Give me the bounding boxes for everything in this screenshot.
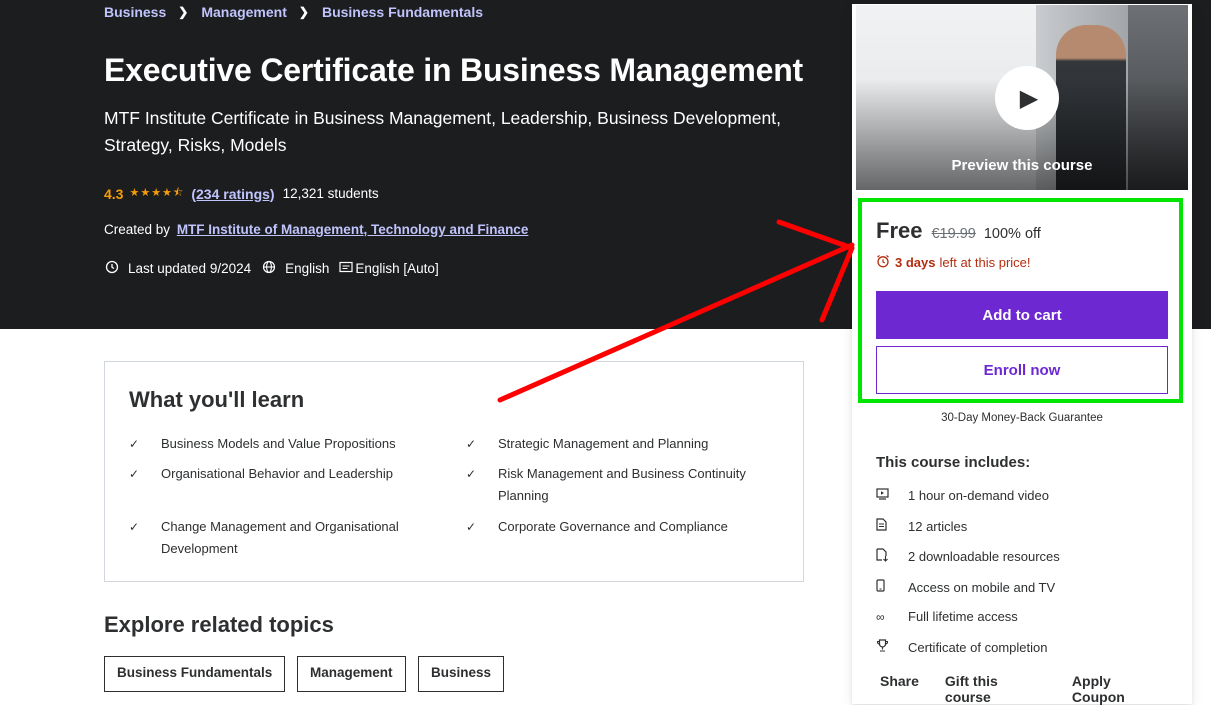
gift-course-button[interactable]: Gift this course xyxy=(945,673,1046,705)
check-icon: ✓ xyxy=(466,437,477,451)
last-updated: Last updated 9/2024 xyxy=(104,260,251,277)
created-by-label: Created by xyxy=(104,222,171,237)
what-you-learn-box: What you'll learn ✓ Business Models and … xyxy=(104,361,804,582)
course-preview[interactable]: ▶ Preview this course xyxy=(856,5,1188,190)
breadcrumb-business-fundamentals[interactable]: Business Fundamentals xyxy=(322,4,483,20)
includes-title: This course includes: xyxy=(876,454,1031,471)
learn-item-text: Corporate Governance and Compliance xyxy=(498,519,728,534)
include-item-label: 1 hour on-demand video xyxy=(908,488,1049,503)
topic-business[interactable]: Business xyxy=(418,656,505,692)
alert-clock-icon xyxy=(104,260,120,277)
instructor-link[interactable]: MTF Institute of Management, Technology … xyxy=(177,222,529,237)
explore-title: Explore related topics xyxy=(104,612,334,637)
include-item: 12 articles xyxy=(876,518,967,534)
download-icon xyxy=(876,548,908,565)
learn-item: ✓ Risk Management and Business Continuit… xyxy=(466,463,766,507)
course-subtitle: MTF Institute Certificate in Business Ma… xyxy=(104,108,781,155)
learn-item-text: Risk Management and Business Continuity … xyxy=(498,466,746,503)
include-item: ∞ Full lifetime access xyxy=(876,609,1018,624)
rating-value: 4.3 xyxy=(104,185,124,202)
check-icon: ✓ xyxy=(466,467,477,481)
mobile-icon xyxy=(876,579,908,595)
topic-business-fundamentals[interactable]: Business Fundamentals xyxy=(104,656,286,692)
learn-item: ✓ Strategic Management and Planning xyxy=(466,433,756,455)
include-item: 2 downloadable resources xyxy=(876,548,1060,565)
students-count: 12,321 students xyxy=(282,186,379,201)
include-item-label: Full lifetime access xyxy=(908,609,1018,624)
article-icon xyxy=(876,518,908,534)
include-item: Certificate of completion xyxy=(876,639,1047,655)
include-item-label: Certificate of completion xyxy=(908,639,1048,655)
learn-item: ✓ Organisational Behavior and Leadership xyxy=(129,463,419,485)
include-item: Access on mobile and TV xyxy=(876,579,1055,595)
captions-text: English [Auto] xyxy=(355,261,439,276)
trophy-icon xyxy=(876,639,908,655)
include-item-label: 2 downloadable resources xyxy=(908,549,1060,564)
topic-management[interactable]: Management xyxy=(297,656,406,692)
check-icon: ✓ xyxy=(129,467,140,481)
include-item: 1 hour on-demand video xyxy=(876,488,1049,503)
last-updated-text: Last updated 9/2024 xyxy=(128,261,252,276)
breadcrumb-business[interactable]: Business xyxy=(104,4,166,20)
language-text: English xyxy=(285,261,330,276)
learn-item: ✓ Corporate Governance and Compliance xyxy=(466,516,756,538)
created-by: Created by MTF Institute of Management, … xyxy=(104,222,528,237)
learn-item-text: Organisational Behavior and Leadership xyxy=(161,466,393,481)
apply-coupon-button[interactable]: Apply Coupon xyxy=(1072,673,1166,705)
learn-item-text: Change Management and Organisational Dev… xyxy=(161,519,399,556)
include-item-label: Access on mobile and TV xyxy=(908,579,1056,595)
sidebar-footer-links: Share Gift this course Apply Coupon xyxy=(880,673,1192,705)
play-icon[interactable]: ▶ xyxy=(995,66,1059,130)
check-icon: ✓ xyxy=(129,520,140,534)
include-item-label: 12 articles xyxy=(908,518,968,534)
breadcrumb-management[interactable]: Management xyxy=(201,4,287,20)
share-button[interactable]: Share xyxy=(880,673,919,705)
check-icon: ✓ xyxy=(466,520,477,534)
learn-item: ✓ Business Models and Value Propositions xyxy=(129,433,419,455)
preview-label[interactable]: Preview this course xyxy=(856,157,1188,174)
captions: English [Auto] xyxy=(339,261,439,276)
breadcrumb: Business ❯ Management ❯ Business Fundame… xyxy=(104,4,483,20)
ratings-count-link[interactable]: (234 ratings) xyxy=(191,186,274,202)
learn-item-text: Strategic Management and Planning xyxy=(498,436,709,451)
video-icon xyxy=(876,488,908,503)
closed-captions-icon xyxy=(339,261,353,276)
course-title: Executive Certificate in Business Manage… xyxy=(104,52,803,88)
learn-item: ✓ Change Management and Organisational D… xyxy=(129,516,419,560)
globe-icon xyxy=(261,260,277,277)
course-meta: Last updated 9/2024 English English [Aut… xyxy=(104,260,449,277)
chevron-right-icon: ❯ xyxy=(298,5,309,19)
money-back-guarantee: 30-Day Money-Back Guarantee xyxy=(941,412,1103,424)
infinity-icon: ∞ xyxy=(876,609,885,624)
learn-item-text: Business Models and Value Propositions xyxy=(161,436,396,451)
language: English xyxy=(261,260,329,277)
check-icon: ✓ xyxy=(129,437,140,451)
chevron-right-icon: ❯ xyxy=(178,5,189,19)
star-rating-icon: ★★★★⯪ xyxy=(129,187,185,199)
rating-row: 4.3 ★★★★⯪ (234 ratings) 12,321 students xyxy=(104,184,379,203)
learn-title: What you'll learn xyxy=(129,387,305,412)
annotation-highlight-box xyxy=(858,198,1183,403)
